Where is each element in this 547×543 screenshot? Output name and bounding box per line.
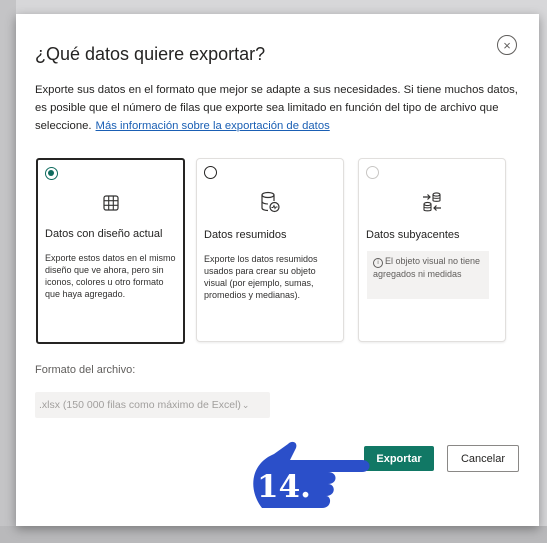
description-line-3: seleccione. Más información sobre la expo…	[35, 117, 533, 135]
dialog-title: ¿Qué datos quiere exportar?	[35, 44, 266, 64]
radio-summarized[interactable]	[204, 166, 217, 179]
dialog-description: Exporte sus datos en el formato que mejo…	[35, 81, 533, 135]
step-number-label: 14.	[257, 469, 311, 505]
database-summary-icon	[261, 191, 280, 213]
chevron-down-icon: ⌄	[241, 399, 250, 410]
description-line-1: Exporte sus datos en el formato que mejo…	[35, 84, 518, 96]
background-left	[0, 0, 16, 543]
underlying-data-icon	[423, 192, 441, 212]
file-format-select: .xlsx (150 000 filas como máximo de Exce…	[35, 392, 270, 418]
close-button[interactable]: ×	[497, 35, 517, 55]
info-message: i El objeto visual no tiene agregados ni …	[367, 251, 489, 299]
info-text: El objeto visual no tiene agregados ni m…	[373, 256, 481, 279]
file-format-label: Formato del archivo:	[35, 364, 136, 376]
description-line-3-text: seleccione.	[35, 120, 92, 132]
export-data-dialog: ¿Qué datos quiere exportar? × Exporte su…	[16, 14, 539, 526]
option-title: Datos resumidos	[204, 229, 287, 241]
info-icon: i	[373, 258, 383, 268]
table-grid-icon	[103, 195, 119, 211]
description-line-2: es posible que el número de filas que ex…	[35, 102, 499, 114]
learn-more-link[interactable]: Más información sobre la exportación de …	[96, 120, 330, 132]
option-card-current-layout[interactable]: Datos con diseño actual Exporte estos da…	[36, 158, 185, 344]
option-title: Datos subyacentes	[366, 229, 460, 241]
option-card-underlying: Datos subyacentes i El objeto visual no t…	[358, 158, 506, 342]
file-format-value: .xlsx (150 000 filas como máximo de Exce…	[39, 399, 241, 411]
option-card-summarized[interactable]: Datos resumidos Exporte los datos resumi…	[196, 158, 344, 342]
cancel-button[interactable]: Cancelar	[447, 445, 519, 472]
option-description: Exporte los datos resumidos usados para …	[204, 254, 318, 300]
radio-underlying	[366, 166, 379, 179]
option-description: Exporte estos datos en el mismo diseño q…	[45, 253, 176, 299]
radio-current-layout[interactable]	[45, 167, 58, 180]
close-icon: ×	[503, 37, 511, 53]
option-title: Datos con diseño actual	[45, 228, 163, 240]
background-bottom	[0, 526, 547, 543]
